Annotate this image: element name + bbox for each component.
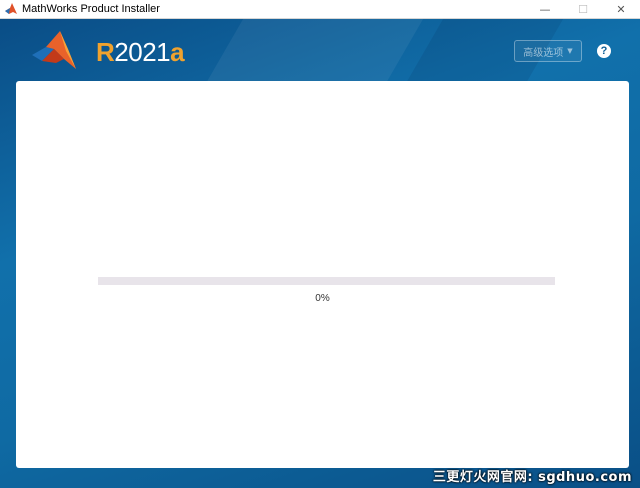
maximize-button[interactable]: ☐ xyxy=(564,0,602,18)
advanced-options-button[interactable]: 高级选项 ▼ xyxy=(514,40,582,62)
release-suffix: a xyxy=(170,37,185,67)
matlab-app-icon xyxy=(4,2,18,16)
minimize-button[interactable]: — xyxy=(526,0,564,18)
matlab-logo-icon xyxy=(30,29,78,73)
release-version: R2021a xyxy=(96,37,185,67)
window-title-bar: MathWorks Product Installer — ☐ ✕ xyxy=(0,0,640,19)
progress-percent: 0% xyxy=(315,293,330,304)
advanced-options-label: 高级选项 xyxy=(523,47,564,59)
chevron-down-icon: ▼ xyxy=(567,47,573,55)
release-year: 2021 xyxy=(114,37,171,67)
window-title: MathWorks Product Installer xyxy=(22,3,160,15)
progress-bar xyxy=(98,277,555,285)
help-icon[interactable]: ? xyxy=(597,44,611,58)
close-button[interactable]: ✕ xyxy=(602,0,640,18)
installer-content-panel: 0% xyxy=(16,81,629,468)
release-prefix: R xyxy=(96,37,115,67)
watermark-text: 三更灯火网官网: sgdhuo.com xyxy=(432,470,632,485)
